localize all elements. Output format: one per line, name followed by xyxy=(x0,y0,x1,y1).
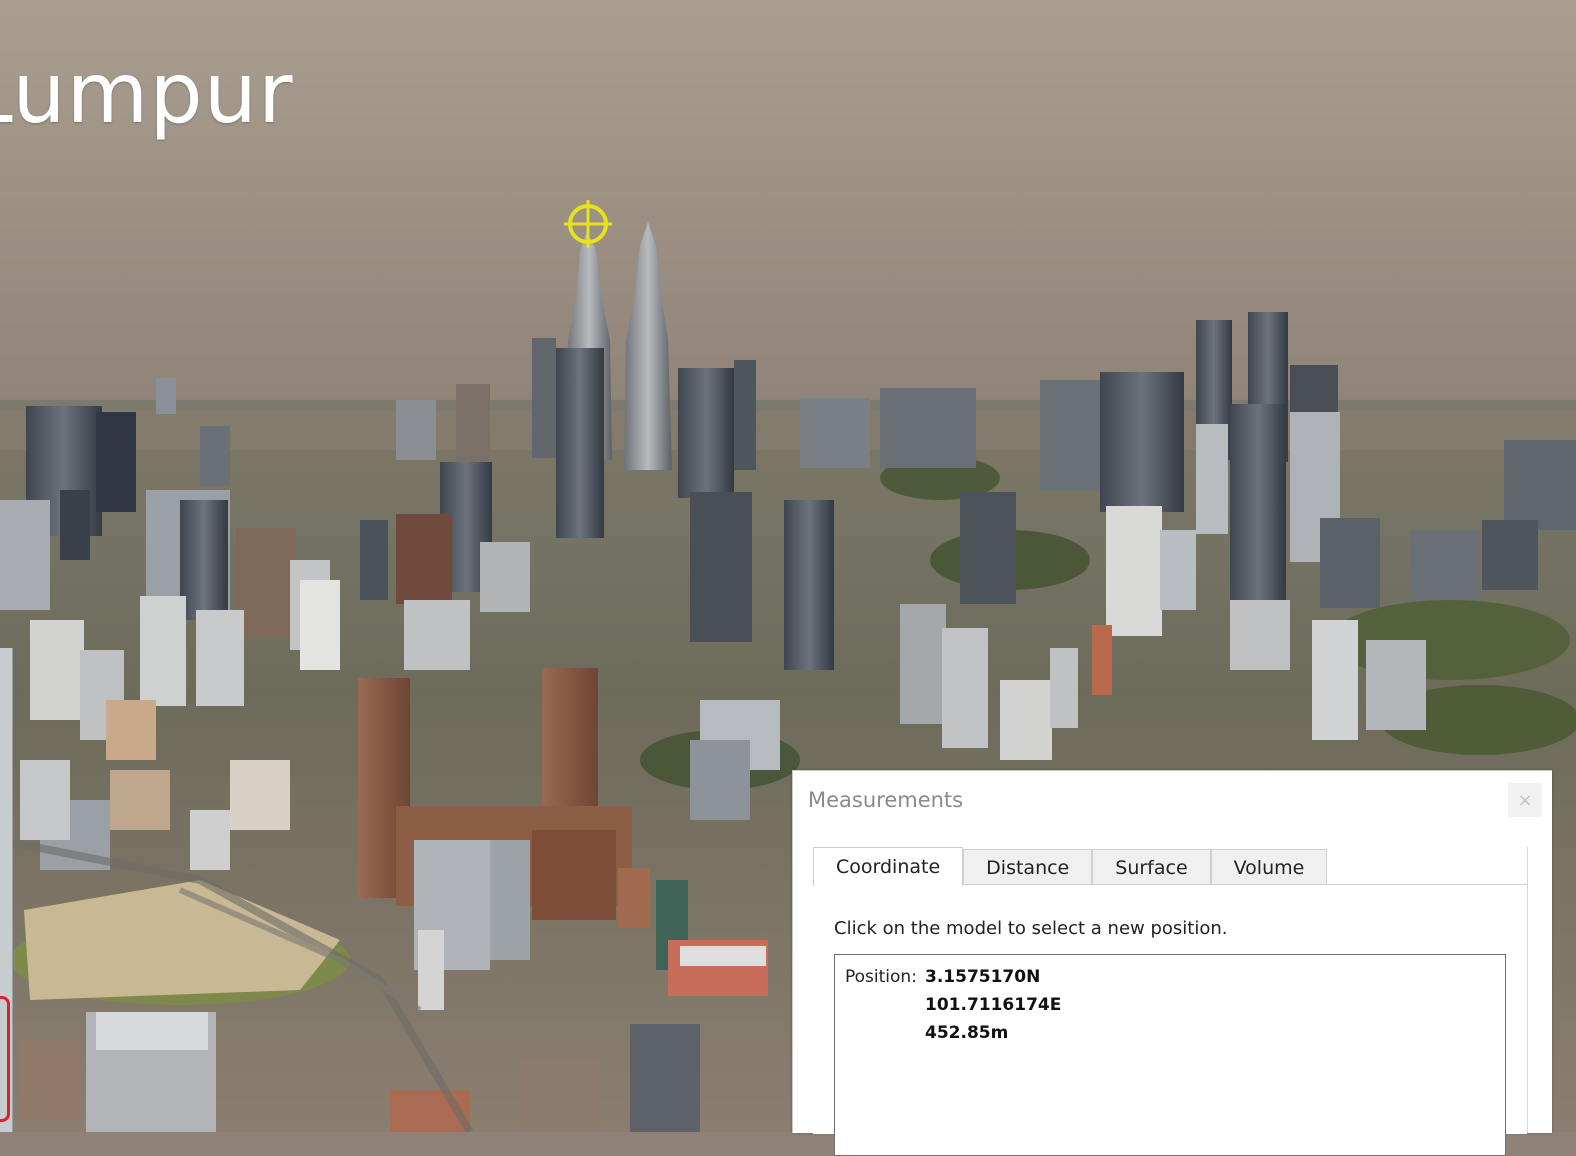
close-button[interactable]: × xyxy=(1508,783,1542,817)
city-title: Lumpur xyxy=(0,44,294,142)
tab-strip: Coordinate Distance Surface Volume xyxy=(813,847,1328,886)
tab-coordinate[interactable]: Coordinate xyxy=(813,847,964,886)
tab-surface[interactable]: Surface xyxy=(1092,849,1211,886)
measurement-tabs: Coordinate Distance Surface Volume Click… xyxy=(813,847,1528,1156)
close-icon: × xyxy=(1517,789,1533,811)
longitude-value: 101.7116174E xyxy=(925,995,1062,1015)
latitude-value: 3.1575170N xyxy=(925,967,1041,987)
altitude-value: 452.85m xyxy=(925,1023,1009,1043)
position-output-box[interactable]: Position: 3.1575170N 101.7116174E 452.85… xyxy=(834,954,1506,1156)
selection-outline xyxy=(0,996,10,1122)
measurements-panel: Measurements × Coordinate Distance Surfa… xyxy=(792,770,1552,1156)
instruction-text: Click on the model to select a new posit… xyxy=(834,918,1228,939)
tab-volume[interactable]: Volume xyxy=(1210,849,1328,886)
position-label: Position: xyxy=(845,967,917,987)
tab-distance[interactable]: Distance xyxy=(963,849,1093,886)
coordinate-tab-body: Click on the model to select a new posit… xyxy=(813,884,1527,1156)
panel-title: Measurements xyxy=(808,788,964,812)
